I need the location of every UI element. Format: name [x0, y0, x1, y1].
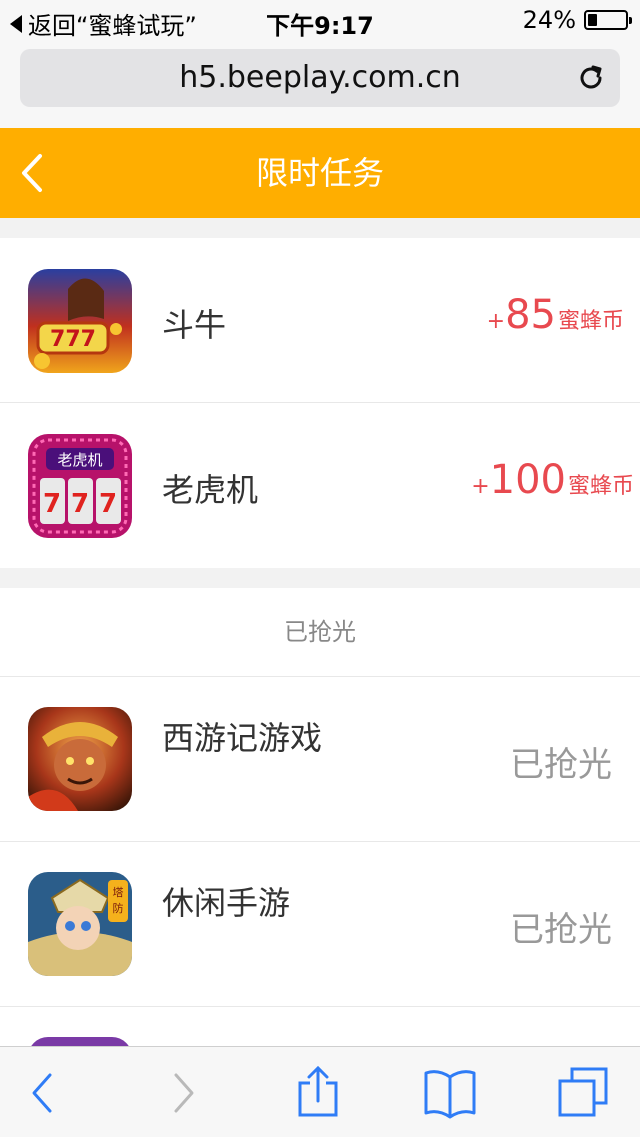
task-row[interactable]: 777 斗牛 + 85 蜜蜂币: [0, 238, 640, 403]
task-reward: + 85 蜜蜂币: [487, 292, 624, 338]
battery-icon: [584, 10, 632, 30]
browser-address-area: h5.beeplay.com.cn: [0, 40, 640, 129]
address-bar[interactable]: h5.beeplay.com.cn: [20, 49, 620, 107]
soldout-section-title: 已抢光: [0, 588, 640, 677]
journey-west-app-icon: [28, 707, 132, 811]
back-arrow-icon: [10, 14, 22, 33]
svg-text:777: 777: [50, 327, 96, 352]
task-list: 777 斗牛 + 85 蜜蜂币 老虎机 7 7 7 老虎机 + 100 蜜蜂币: [0, 238, 640, 568]
reward-unit: 蜜蜂币: [557, 309, 624, 334]
task-reward: + 100 蜜蜂币: [471, 457, 634, 503]
slot-machine-app-icon: 老虎机 7 7 7: [28, 434, 132, 538]
soldout-app-name: 西游记游戏: [162, 719, 323, 757]
soldout-status: 已抢光: [510, 910, 612, 950]
page-title: 限时任务: [255, 154, 384, 192]
share-icon[interactable]: [290, 1065, 346, 1121]
task-name: 斗牛: [162, 306, 227, 344]
battery-status: 24%: [522, 6, 632, 34]
soldout-app-name: 休闲手游: [162, 884, 291, 922]
svg-text:防: 防: [113, 901, 124, 915]
reward-amount: 85: [505, 292, 556, 338]
tabs-icon[interactable]: [556, 1065, 612, 1121]
reward-plus: +: [471, 474, 490, 499]
svg-text:老虎机: 老虎机: [57, 451, 102, 469]
casual-game-app-icon: 塔 防: [28, 872, 132, 976]
reload-icon[interactable]: [576, 63, 606, 93]
task-name: 老虎机: [162, 471, 259, 509]
bookmarks-icon[interactable]: [422, 1065, 478, 1121]
svg-text:7: 7: [99, 489, 117, 519]
return-to-app-label: 返回“蜜蜂试玩”: [28, 12, 197, 40]
reward-unit: 蜜蜂币: [567, 474, 634, 499]
battery-percent: 24%: [522, 6, 576, 34]
reward-plus: +: [486, 309, 506, 334]
reward-amount: 100: [489, 457, 566, 503]
soldout-row[interactable]: 塔 防 休闲手游 已抢光: [0, 842, 640, 1007]
soldout-row[interactable]: 西游记游戏 已抢光: [0, 677, 640, 842]
douniu-app-icon: 777: [28, 269, 132, 373]
browser-forward-icon[interactable]: [156, 1065, 212, 1121]
status-bar: 返回“蜜蜂试玩” 下午9:17 24%: [0, 0, 640, 40]
task-row[interactable]: 老虎机 7 7 7 老虎机 + 100 蜜蜂币: [0, 403, 640, 568]
svg-text:塔: 塔: [113, 886, 124, 899]
browser-back-icon[interactable]: [16, 1065, 72, 1121]
url-text: h5.beeplay.com.cn: [179, 60, 461, 95]
return-to-app-link[interactable]: 返回“蜜蜂试玩”: [10, 6, 197, 41]
page-header: 限时任务: [0, 128, 640, 218]
battery-level-fill: [588, 14, 597, 26]
browser-toolbar: [0, 1046, 640, 1137]
svg-text:7: 7: [71, 489, 89, 519]
soldout-row-partial[interactable]: [0, 1007, 640, 1048]
soldout-status: 已抢光: [510, 745, 612, 785]
soldout-list: 已抢光 西游记游戏 已抢光 塔 防 休闲手游 已抢光: [0, 588, 640, 1048]
back-chevron-icon[interactable]: [14, 148, 54, 198]
svg-text:7: 7: [43, 489, 61, 519]
